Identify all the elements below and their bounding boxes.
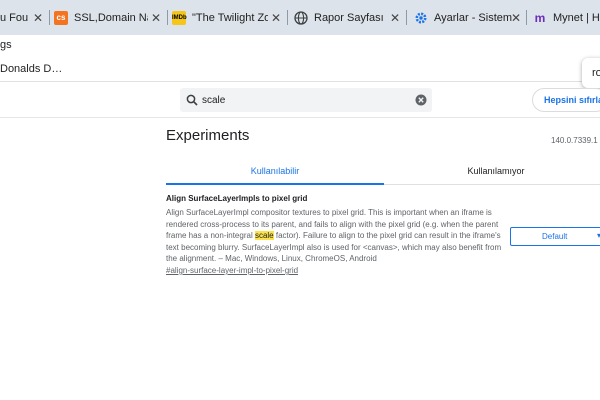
cs-favicon-icon: cs xyxy=(54,10,68,25)
globe-icon xyxy=(294,10,308,25)
reset-all-button[interactable]: Hepsini sıfırla xyxy=(532,88,600,112)
browser-tab[interactable]: u Fou ✕ xyxy=(0,0,48,35)
tab-available[interactable]: Kullanılabilir xyxy=(166,160,384,184)
tab-title: u Fou xyxy=(0,11,29,24)
search-box xyxy=(180,88,432,112)
popup-text: ro xyxy=(592,67,600,79)
tab-title: SSL,Domain Nam xyxy=(74,11,148,24)
tab-title: Mynet | Haba xyxy=(553,11,600,24)
address-bar-text[interactable]: gs xyxy=(0,39,12,51)
tab-separator xyxy=(526,10,527,25)
select-value: Default xyxy=(542,232,568,241)
tab-title: "The Twilight Zon xyxy=(192,11,268,24)
active-tab-indicator xyxy=(166,183,384,185)
experiment-name: Align SurfaceLayerImpls to pixel grid xyxy=(166,194,308,203)
imdb-favicon-icon: IMDb xyxy=(172,10,187,25)
search-divider xyxy=(0,117,600,118)
version-label: 140.0.7339.1 xyxy=(551,136,598,145)
browser-tab[interactable]: cs SSL,Domain Nam ✕ xyxy=(54,0,166,35)
page-title: Experiments xyxy=(166,127,250,144)
tab-title: Rapor Sayfası xyxy=(314,11,384,24)
gear-icon xyxy=(415,12,427,23)
tab-unavailable[interactable]: Kullanılamıyor xyxy=(384,160,600,184)
close-icon[interactable]: ✕ xyxy=(151,11,161,25)
mynet-icon: m xyxy=(534,10,546,25)
tab-separator xyxy=(287,10,288,25)
close-icon[interactable]: ✕ xyxy=(511,11,521,25)
experiment-description: Align SurfaceLayerImpl compositor textur… xyxy=(166,207,506,265)
close-icon[interactable]: ✕ xyxy=(390,11,400,25)
browser-tab[interactable]: IMDb "The Twilight Zon ✕ xyxy=(172,0,284,35)
bookmark-item[interactable]: Donalds D… xyxy=(0,63,62,75)
close-icon[interactable]: ✕ xyxy=(271,11,281,25)
clear-search-icon[interactable] xyxy=(415,94,427,106)
search-match-highlight: scale xyxy=(254,231,274,240)
overlay-popup: ro xyxy=(582,58,600,88)
search-input[interactable] xyxy=(202,91,402,109)
tab-title: Ayarlar - Sistem xyxy=(434,11,513,24)
bookmarks-bar: Donalds D… xyxy=(0,57,600,81)
browser-toolbar: gs xyxy=(0,35,600,57)
close-icon[interactable]: ✕ xyxy=(33,11,43,25)
tab-separator xyxy=(49,10,50,25)
experiment-link[interactable]: #align-surface-layer-impl-to-pixel-grid xyxy=(166,266,298,275)
tab-strip: u Fou ✕ cs SSL,Domain Nam ✕ IMDb "The Tw… xyxy=(0,0,600,35)
experiment-state-select[interactable]: Default ▾ xyxy=(510,227,600,246)
tab-separator xyxy=(167,10,168,25)
browser-tab[interactable]: Ayarlar - Sistem ✕ xyxy=(414,0,526,35)
tab-separator xyxy=(406,10,407,25)
toolbar-divider xyxy=(0,81,600,82)
browser-tab[interactable]: m Mynet | Haba xyxy=(533,0,600,35)
search-icon xyxy=(186,94,198,106)
tab-divider xyxy=(384,184,600,185)
browser-tab[interactable]: Rapor Sayfası ✕ xyxy=(294,0,404,35)
